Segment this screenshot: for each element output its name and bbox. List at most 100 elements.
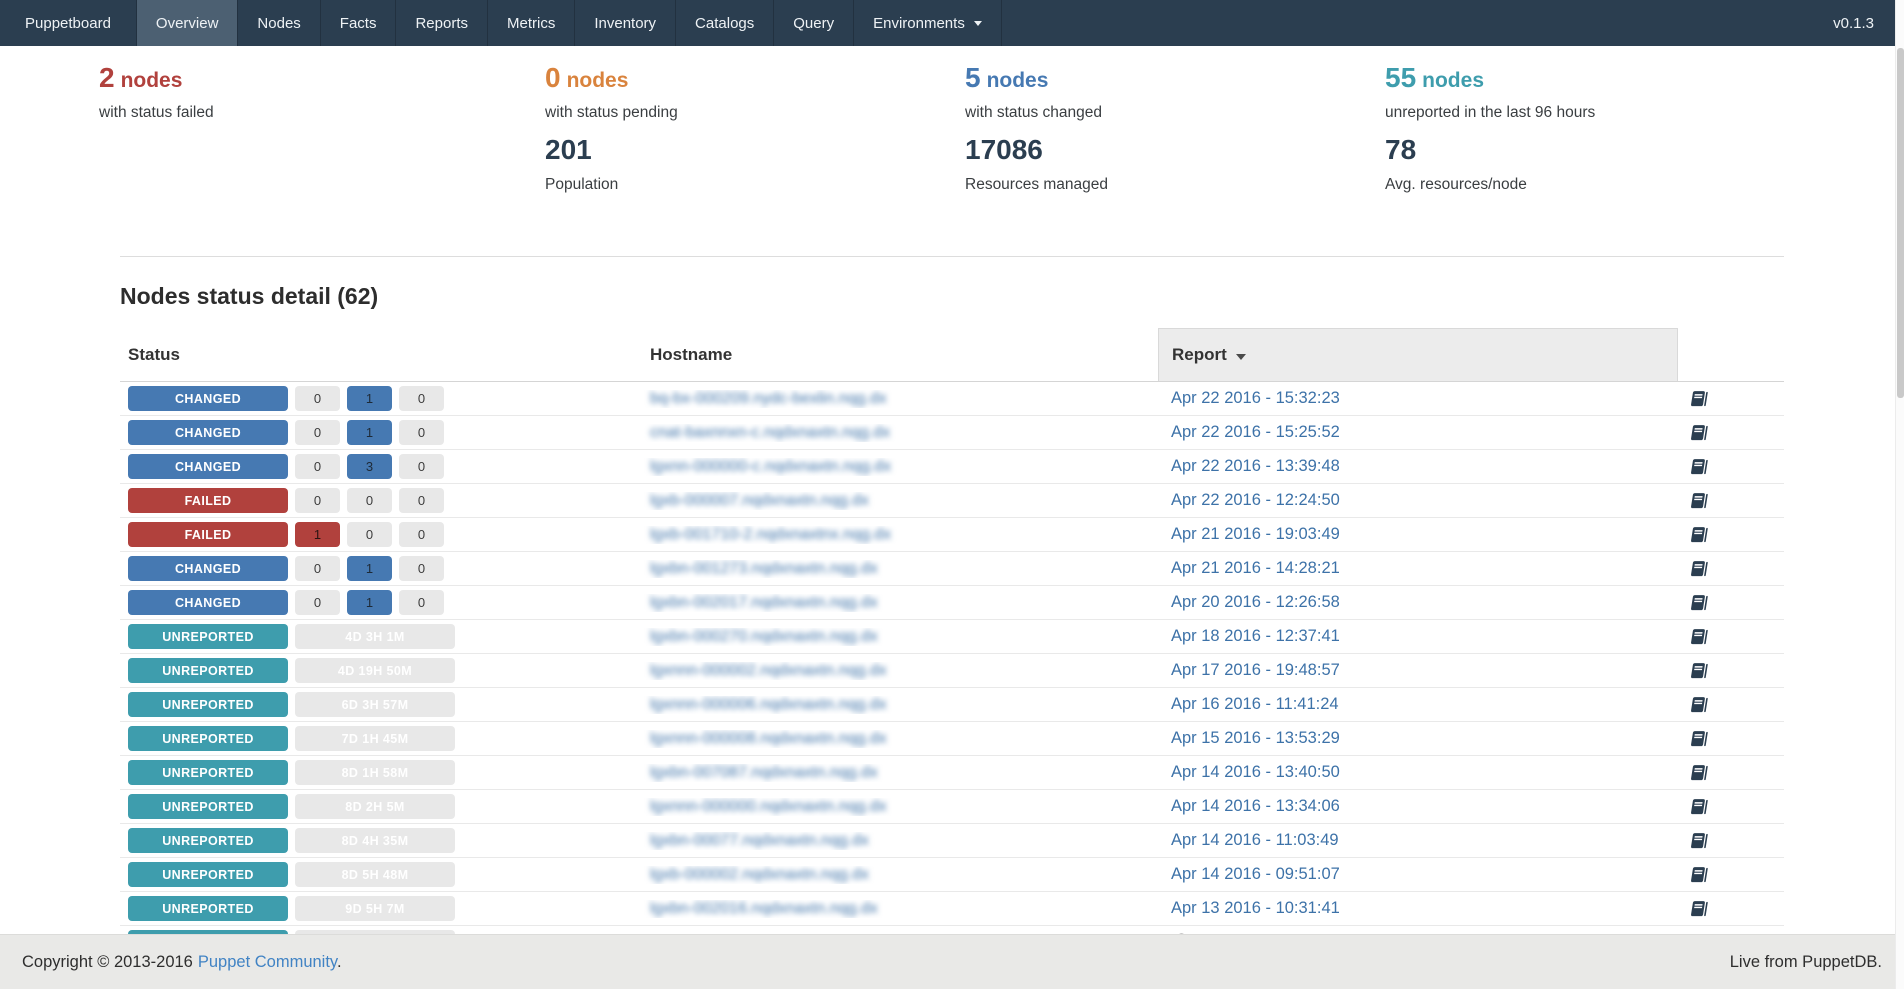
report-book-icon[interactable] [1688, 729, 1708, 749]
actions-cell [1678, 627, 1784, 647]
puppet-community-link[interactable]: Puppet Community [198, 953, 337, 971]
hostname-link-redacted[interactable]: lgxb-001710-2.nqdxnaxtnx.nqg.dx [650, 526, 891, 543]
table-row: CHANGED010bq-bx-000209.nydc-bexlin.nqg.d… [120, 382, 1784, 416]
report-cell: Apr 20 2016 - 12:26:58 [1158, 593, 1678, 612]
report-timestamp-link[interactable]: Apr 20 2016 - 12:26:58 [1171, 593, 1340, 612]
col-header-report[interactable]: Report [1158, 328, 1678, 381]
report-book-icon[interactable] [1688, 593, 1708, 613]
event-count-chip-default: 0 [399, 420, 444, 445]
nav-item-metrics[interactable]: Metrics [488, 0, 575, 46]
scrollbar-thumb[interactable] [1897, 48, 1904, 398]
hostname-link-redacted[interactable]: lgxbn-002016.nqdxnaxtn.nqg.dx [650, 900, 878, 917]
table-row: UNREPORTED7D 1H 45Mlgxnnn-000008.nqdxnax… [120, 722, 1784, 756]
report-book-icon[interactable] [1688, 865, 1708, 885]
col-header-hostname[interactable]: Hostname [640, 328, 1158, 381]
unreported-duration-chip: 6D 3H 57M [295, 692, 455, 717]
col-header-status[interactable]: Status [120, 328, 640, 381]
report-cell: Apr 22 2016 - 15:32:23 [1158, 389, 1678, 408]
report-timestamp-link[interactable]: Apr 14 2016 - 11:03:49 [1171, 831, 1339, 850]
report-book-icon[interactable] [1688, 423, 1708, 443]
event-count-chip-default: 0 [399, 488, 444, 513]
hostname-cell: lgxnnn-000006.nqdxnaxtn.nqg.dx [640, 696, 1158, 714]
nav-item-puppetboard[interactable]: Puppetboard [0, 0, 137, 46]
report-book-icon[interactable] [1688, 831, 1708, 851]
hostname-cell: lgxbn-002017.nqdxnaxtn.nqg.dx [640, 594, 1158, 612]
stat-suffix: nodes [567, 69, 629, 92]
hostname-link-redacted[interactable]: lgxb-000002.nqdxnaxtn.nqg.dx [650, 866, 869, 883]
hostname-cell: lgxb-000007.nqdxnaxtn.nqg.dx [640, 492, 1158, 510]
stat-label: with status failed [99, 104, 545, 122]
nav-item-label: Facts [340, 15, 377, 32]
hostname-link-redacted[interactable]: lgxbn-002017.nqdxnaxtn.nqg.dx [650, 594, 878, 611]
report-book-icon[interactable] [1688, 695, 1708, 715]
status-badge-unreported: UNREPORTED [128, 658, 288, 683]
hostname-link-redacted[interactable]: lgxnnn-000006.nqdxnaxtn.nqg.dx [650, 696, 887, 713]
report-timestamp-link[interactable]: Apr 22 2016 - 15:25:52 [1171, 423, 1340, 442]
nav-item-query[interactable]: Query [774, 0, 854, 46]
event-count-chip-default: 0 [347, 522, 392, 547]
report-timestamp-link[interactable]: Apr 22 2016 - 15:32:23 [1171, 389, 1340, 408]
event-count-chip-default: 0 [347, 488, 392, 513]
hostname-link-redacted[interactable]: lgxbn-007087.nqdxnaxtn.nqg.dx [650, 764, 878, 781]
nav-item-inventory[interactable]: Inventory [575, 0, 676, 46]
hostname-link-redacted[interactable]: lgxnnn-000002.nqdxnaxtn.nqg.dx [650, 662, 887, 679]
nav-item-facts[interactable]: Facts [321, 0, 397, 46]
hostname-link-redacted[interactable]: lgxbn-000270.nqdxnaxtn.nqg.dx [650, 628, 878, 645]
report-timestamp-link[interactable]: Apr 14 2016 - 13:40:50 [1171, 763, 1340, 782]
report-timestamp-link[interactable]: Apr 15 2016 - 13:53:29 [1171, 729, 1340, 748]
report-timestamp-link[interactable]: Apr 14 2016 - 09:51:07 [1171, 865, 1340, 884]
hostname-link-redacted[interactable]: lgxnnn-000008.nqdxnaxtn.nqg.dx [650, 730, 887, 747]
stat-with-status-changed: 5nodeswith status changed [965, 60, 1385, 122]
report-timestamp-link[interactable]: Apr 22 2016 - 13:39:48 [1171, 457, 1340, 476]
hostname-link-redacted[interactable]: cnat-baxnnxn-c.nqdxnaxtn.nqg.dx [650, 424, 890, 441]
report-timestamp-link[interactable]: Apr 14 2016 - 13:34:06 [1171, 797, 1340, 816]
hostname-link-redacted[interactable]: bq-bx-000209.nydc-bexlin.nqg.dx [650, 390, 887, 407]
report-timestamp-link[interactable]: Apr 17 2016 - 19:48:57 [1171, 661, 1340, 680]
hostname-link-redacted[interactable]: lgxb-000007.nqdxnaxtn.nqg.dx [650, 492, 869, 509]
status-badge-unreported: UNREPORTED [128, 828, 288, 853]
report-book-icon[interactable] [1688, 797, 1708, 817]
hostname-link-redacted[interactable]: lgxnnn-000000.nqdxnaxtn.nqg.dx [650, 798, 887, 815]
report-book-icon[interactable] [1688, 661, 1708, 681]
report-timestamp-link[interactable]: Apr 16 2016 - 11:41:24 [1171, 695, 1339, 714]
nav-item-label: Catalogs [695, 15, 754, 32]
col-header-actions [1678, 328, 1784, 381]
report-book-icon[interactable] [1688, 763, 1708, 783]
hostname-cell: lgxnnn-000002.nqdxnaxtn.nqg.dx [640, 662, 1158, 680]
hostname-link-redacted[interactable]: lgxbn-001273.nqdxnaxtn.nqg.dx [650, 560, 878, 577]
report-timestamp-link[interactable]: Apr 21 2016 - 19:03:49 [1171, 525, 1340, 544]
hostname-cell: lgxb-001710-2.nqdxnaxtnx.nqg.dx [640, 526, 1158, 544]
table-row: FAILED000lgxb-000007.nqdxnaxtn.nqg.dxApr… [120, 484, 1784, 518]
report-book-icon[interactable] [1688, 491, 1708, 511]
report-book-icon[interactable] [1688, 899, 1708, 919]
nav-item-overview[interactable]: Overview [137, 0, 239, 46]
hostname-cell: lgxbn-00077.nqdxnaxtn.nqg.dx [640, 832, 1158, 850]
hostname-link-redacted[interactable]: lgxnn-000000-c.nqdxnaxtn.nqg.dx [650, 458, 891, 475]
report-cell: Apr 15 2016 - 13:53:29 [1158, 729, 1678, 748]
status-cell: UNREPORTED8D 1H 58M [120, 760, 640, 785]
vertical-scrollbar[interactable] [1895, 0, 1904, 989]
report-book-icon[interactable] [1688, 525, 1708, 545]
nav-item-reports[interactable]: Reports [396, 0, 488, 46]
report-timestamp-link[interactable]: Apr 18 2016 - 12:37:41 [1171, 627, 1340, 646]
version-label: v0.1.3 [1833, 0, 1904, 46]
hostname-link-redacted[interactable]: lgxbn-00077.nqdxnaxtn.nqg.dx [650, 832, 869, 849]
report-book-icon[interactable] [1688, 559, 1708, 579]
chevron-down-icon [974, 21, 982, 26]
report-timestamp-link[interactable]: Apr 22 2016 - 12:24:50 [1171, 491, 1340, 510]
report-book-icon[interactable] [1688, 627, 1708, 647]
report-cell: Apr 13 2016 - 10:31:41 [1158, 899, 1678, 918]
event-count-chip-default: 0 [399, 590, 444, 615]
status-cell: CHANGED010 [120, 590, 640, 615]
report-book-icon[interactable] [1688, 389, 1708, 409]
nav-item-nodes[interactable]: Nodes [238, 0, 320, 46]
report-timestamp-link[interactable]: Apr 21 2016 - 14:28:21 [1171, 559, 1340, 578]
status-cell: CHANGED030 [120, 454, 640, 479]
report-timestamp-link[interactable]: Apr 13 2016 - 10:31:41 [1171, 899, 1340, 918]
nav-item-environments[interactable]: Environments [854, 0, 1002, 46]
table-row: CHANGED010lgxbn-001273.nqdxnaxtn.nqg.dxA… [120, 552, 1784, 586]
unreported-duration-chip: 8D 5H 48M [295, 862, 455, 887]
nav-item-catalogs[interactable]: Catalogs [676, 0, 774, 46]
actions-cell [1678, 457, 1784, 477]
report-book-icon[interactable] [1688, 457, 1708, 477]
